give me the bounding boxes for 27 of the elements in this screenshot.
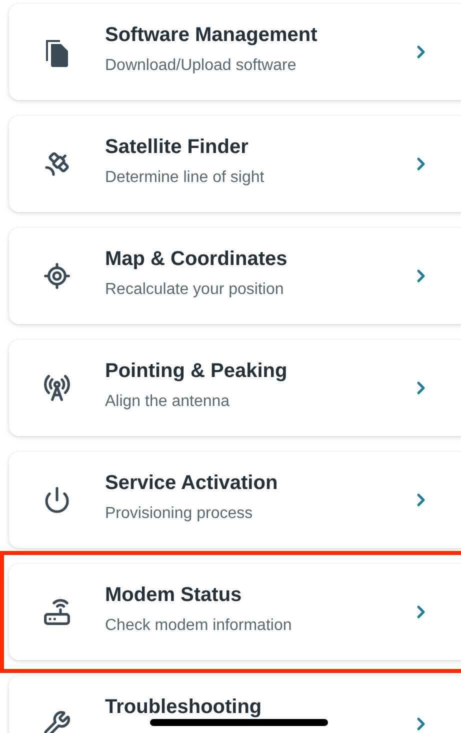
- antenna-icon: [43, 374, 71, 402]
- card-subtitle: Download/Upload software: [105, 56, 296, 76]
- card-title: Satellite Finder: [105, 135, 248, 159]
- card-title: Pointing & Peaking: [105, 359, 288, 383]
- card-subtitle: Determine line of sight: [105, 168, 264, 188]
- card-title: Service Activation: [105, 471, 278, 495]
- card-title: Troubleshooting: [105, 695, 262, 719]
- card-title: Map & Coordinates: [105, 247, 288, 271]
- menu-card[interactable]: Map & Coordinates Recalculate your position: [9, 228, 461, 324]
- router-icon: [43, 598, 71, 626]
- target-icon: [43, 262, 71, 290]
- card-title: Software Management: [105, 23, 318, 47]
- files-icon: [44, 37, 70, 67]
- power-icon: [43, 486, 71, 514]
- card-subtitle: Check modem information: [105, 616, 292, 636]
- menu-card[interactable]: Pointing & Peaking Align the antenna: [9, 340, 461, 436]
- wrench-icon: [43, 710, 71, 733]
- menu-card[interactable]: Modem Status Check modem information: [9, 564, 461, 660]
- menu-card[interactable]: Software Management Download/Upload software: [9, 4, 461, 100]
- card-subtitle: Align the antenna: [105, 392, 230, 412]
- satellite-icon: [43, 150, 71, 178]
- card-subtitle: Recalculate your position: [105, 280, 284, 300]
- card-title: Modem Status: [105, 583, 242, 607]
- card-subtitle: Provisioning process: [105, 504, 253, 524]
- menu-card[interactable]: Troubleshooting: [9, 676, 461, 733]
- menu-card[interactable]: Service Activation Provisioning process: [9, 452, 461, 548]
- menu-card[interactable]: Satellite Finder Determine line of sight: [9, 116, 461, 212]
